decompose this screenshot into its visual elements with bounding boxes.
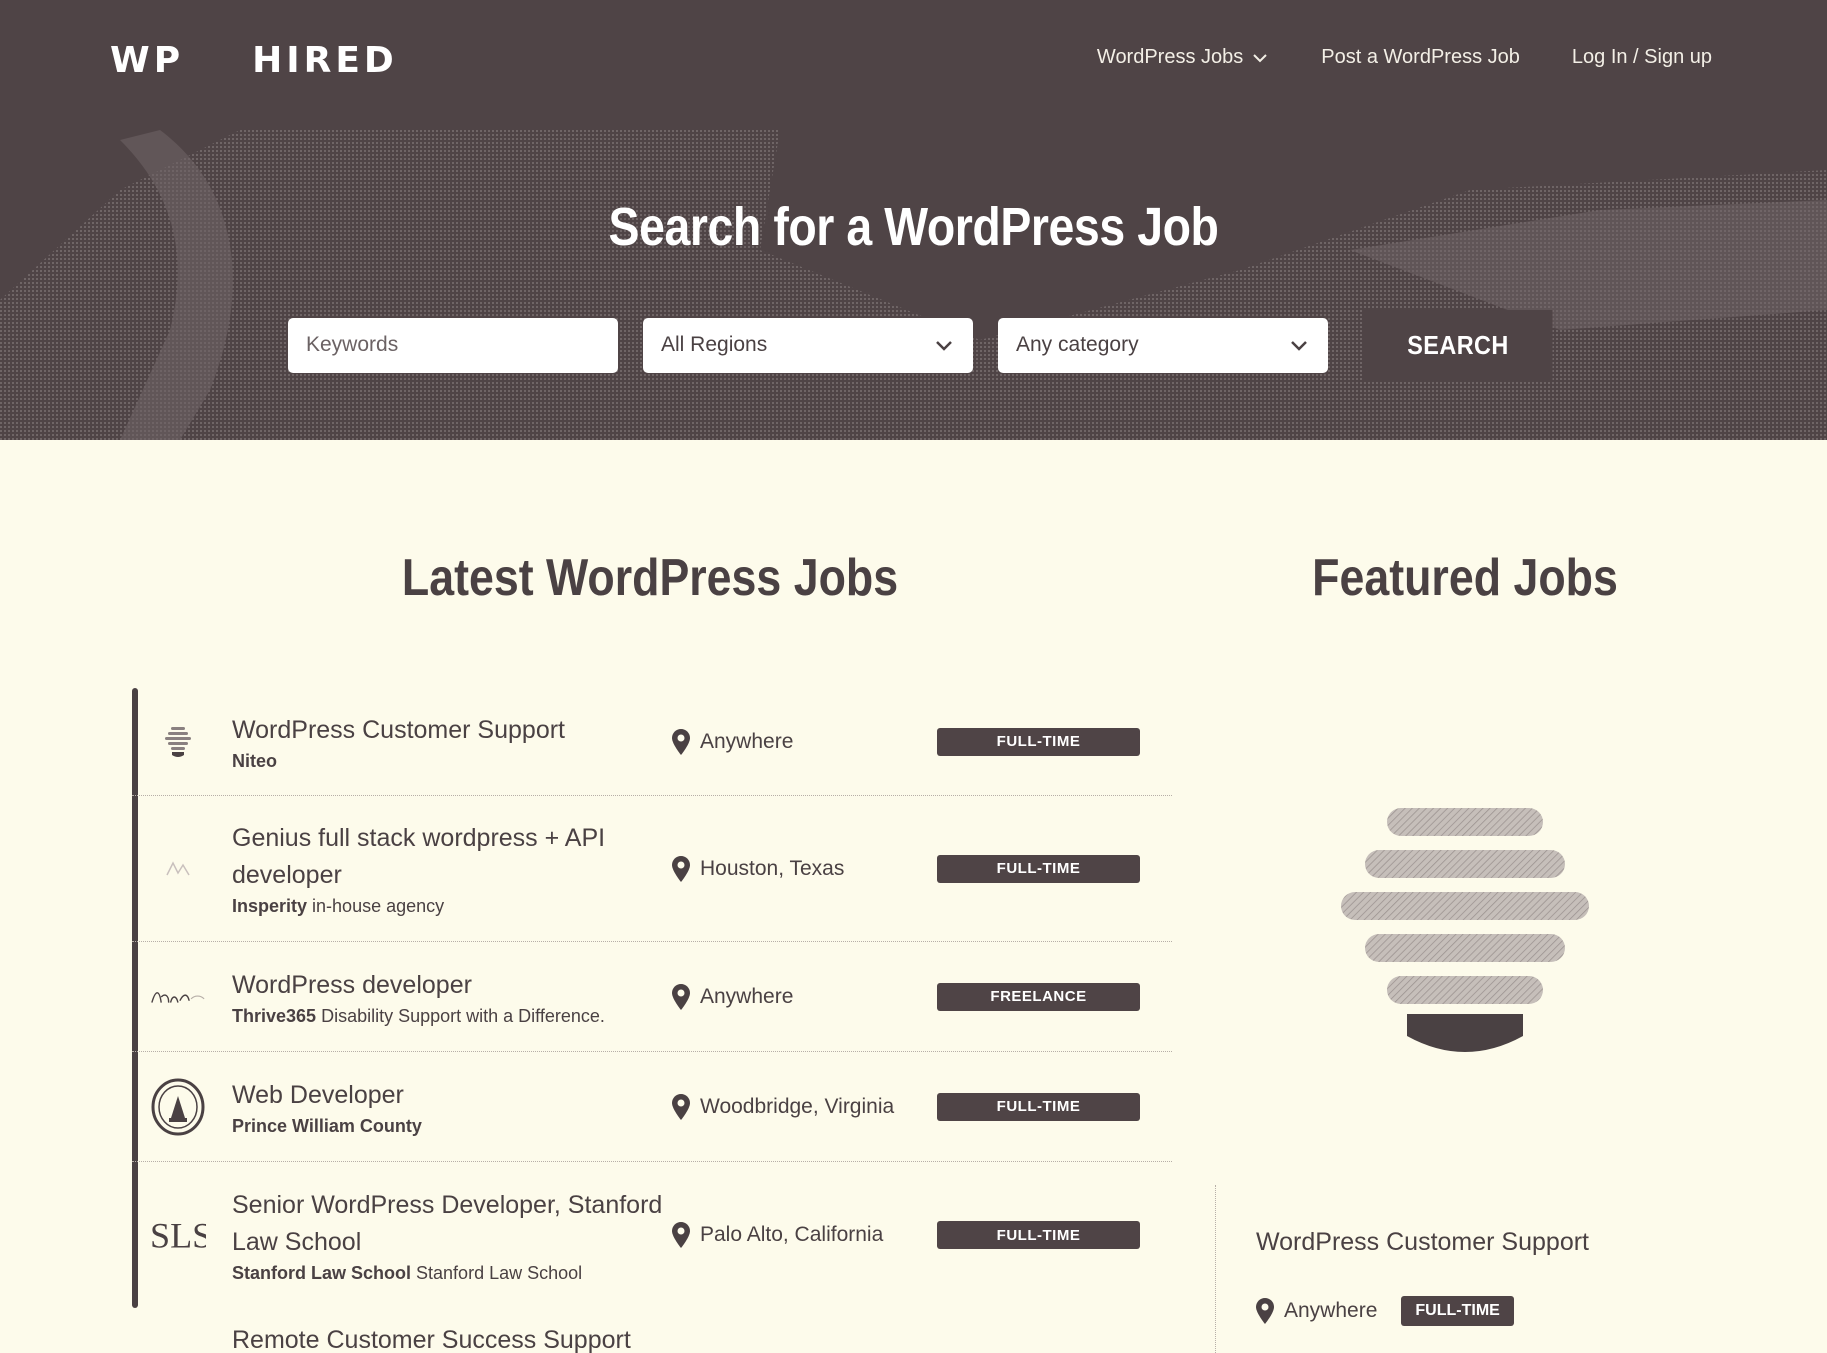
chevron-down-icon — [1291, 341, 1307, 351]
hero-background-texture — [0, 130, 1827, 440]
region-select[interactable]: All Regions — [643, 317, 973, 373]
job-location: Anywhere — [700, 729, 794, 753]
job-row[interactable]: WordPress Customer Support Niteo Anywher… — [132, 688, 1172, 796]
job-location: Woodbridge, Virginia — [700, 1094, 895, 1118]
map-pin-icon — [672, 855, 690, 882]
job-title[interactable]: Senior WordPress Developer, Stanford Law… — [232, 1187, 672, 1261]
featured-job-location: Anywhere — [1284, 1299, 1378, 1322]
logo-hired: HIRED — [252, 40, 398, 81]
job-location: Houston, Texas — [700, 856, 845, 880]
search-form: Keywords All Regions Any category SEARCH — [288, 310, 1563, 380]
job-type-badge: FULL-TIME — [937, 854, 1140, 883]
job-title[interactable]: WordPress Customer Support — [232, 712, 672, 749]
insperity-logo — [150, 841, 206, 897]
svg-text:SLS: SLS — [150, 1216, 206, 1255]
nav-wordpress-jobs-label: WordPress Jobs — [1096, 46, 1244, 68]
job-location: Palo Alto, California — [700, 1223, 884, 1246]
thrive-logo — [150, 969, 206, 1025]
featured-divider — [1215, 1185, 1216, 1353]
map-pin-icon — [672, 1093, 690, 1120]
job-row[interactable]: Web Developer Prince William County Wood… — [132, 1052, 1172, 1162]
job-location: Anywhere — [700, 984, 794, 1008]
logo-wp: WP — [110, 40, 185, 81]
featured-job-meta: Anywhere FULL-TIME — [1256, 1296, 1514, 1326]
latest-jobs-heading: Latest WordPress Jobs — [401, 549, 899, 607]
job-row[interactable]: WordPress developer Thrive365 Disability… — [132, 942, 1172, 1052]
job-company-tagline: Stanford Law School — [416, 1262, 583, 1283]
map-pin-icon — [672, 1222, 690, 1248]
job-type-badge: FULL-TIME — [937, 1092, 1140, 1121]
job-company-tagline: Disability Support with a Difference. — [321, 1005, 605, 1026]
job-type-badge: FULL-TIME — [937, 1221, 1140, 1249]
keywords-input[interactable]: Keywords — [288, 317, 618, 373]
site-header: WP HIRED WordPress Jobs Post a WordPress… — [0, 0, 1827, 440]
site-logo[interactable]: WP HIRED — [110, 40, 398, 81]
jobs-list: WordPress Customer Support Niteo Anywher… — [132, 688, 1172, 1353]
job-row[interactable]: Genius full stack wordpress + API develo… — [132, 796, 1172, 942]
job-type-badge: FULL-TIME — [937, 727, 1140, 756]
job-company-tagline: in-house agency — [312, 896, 445, 916]
beehive-icon — [1335, 800, 1595, 1075]
main-nav: WordPress Jobs Post a WordPress Job Log … — [1097, 46, 1712, 69]
featured-jobs-heading: Featured Jobs — [1312, 549, 1618, 607]
search-button[interactable]: SEARCH — [1363, 310, 1553, 380]
nav-login[interactable]: Log In / Sign up — [1572, 46, 1712, 69]
job-row[interactable]: SLS Senior WordPress Developer, Stanford… — [132, 1162, 1172, 1308]
job-company: Prince William County — [232, 1115, 422, 1136]
featured-job-title[interactable]: WordPress Customer Support — [1256, 1228, 1589, 1257]
map-pin-icon — [1256, 1298, 1274, 1324]
region-select-value: All Regions — [661, 333, 768, 356]
keywords-placeholder: Keywords — [306, 333, 399, 356]
category-select-value: Any category — [1016, 333, 1139, 356]
job-company: Niteo — [232, 750, 277, 771]
county-seal — [150, 1078, 206, 1135]
job-title[interactable]: Genius full stack wordpress + API develo… — [232, 820, 672, 894]
hero-title: Search for a WordPress Job — [608, 197, 1219, 257]
job-title[interactable]: WordPress developer — [232, 967, 672, 1004]
chevron-down-icon — [936, 341, 952, 351]
beehive-icon — [150, 714, 206, 770]
nav-post-job[interactable]: Post a WordPress Job — [1321, 46, 1520, 69]
job-row[interactable]: Remote Customer Success Support — [132, 1308, 1172, 1353]
sls-logo: SLS — [150, 1207, 206, 1263]
map-pin-icon — [672, 983, 690, 1010]
job-company: Insperity — [232, 896, 308, 916]
category-select[interactable]: Any category — [998, 317, 1328, 373]
job-title[interactable]: Remote Customer Success Support — [232, 1322, 672, 1353]
job-company: Stanford Law School — [232, 1262, 412, 1283]
featured-job-type-badge: FULL-TIME — [1401, 1296, 1514, 1326]
job-type-badge: FREELANCE — [937, 982, 1140, 1011]
job-company: Thrive365 — [232, 1005, 317, 1026]
chevron-down-icon — [1253, 53, 1267, 62]
nav-login-label: Log In / Sign up — [1571, 46, 1712, 68]
nav-post-job-label: Post a WordPress Job — [1321, 46, 1520, 68]
nav-wordpress-jobs[interactable]: WordPress Jobs — [1097, 46, 1269, 69]
job-title[interactable]: Web Developer — [232, 1077, 672, 1114]
map-pin-icon — [672, 728, 690, 755]
